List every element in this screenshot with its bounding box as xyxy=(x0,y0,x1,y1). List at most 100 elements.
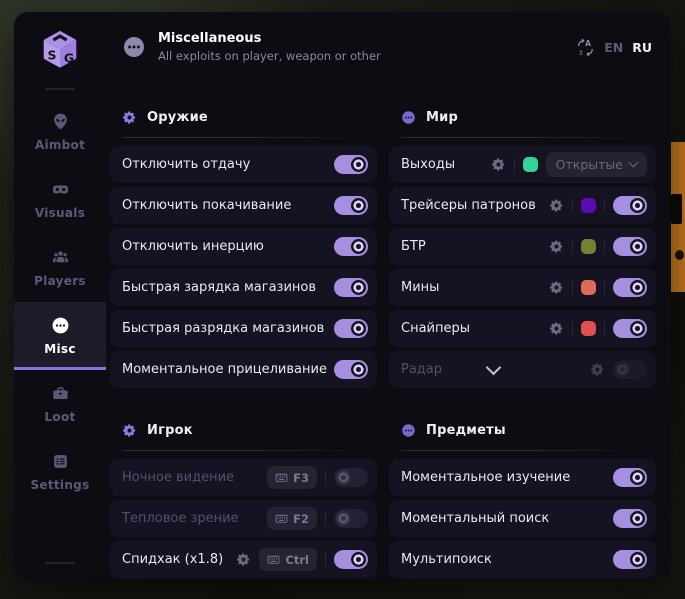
section-divider xyxy=(401,137,644,138)
gear-icon[interactable] xyxy=(549,198,564,213)
control-divider xyxy=(514,157,515,172)
setting-label: Моментальное изучение xyxy=(401,470,570,485)
section-world: Мир Выходы Открытые xyxy=(389,82,656,388)
toggle-knob xyxy=(630,280,645,295)
sidebar-item-settings[interactable]: Settings xyxy=(14,438,106,506)
page-header: Miscellaneous All exploits on player, we… xyxy=(106,12,670,82)
control-divider xyxy=(325,552,326,567)
control-divider xyxy=(604,198,605,213)
color-swatch[interactable] xyxy=(523,157,538,172)
items-dots-icon xyxy=(401,423,416,438)
toggle-knob xyxy=(351,198,366,213)
toggle[interactable] xyxy=(613,550,647,569)
setting-row: БТР xyxy=(389,228,656,265)
chevron-down-icon[interactable] xyxy=(485,359,501,375)
control-divider xyxy=(325,470,326,485)
section-items: Предметы Моментальное изучение Моменталь… xyxy=(389,395,656,578)
control-divider xyxy=(572,239,573,254)
setting-label: Мультипоиск xyxy=(401,552,492,567)
color-swatch[interactable] xyxy=(581,198,596,213)
settings-rows: Ночное видение F3 Тепловое зрение F2 xyxy=(110,459,377,578)
sidebar-divider xyxy=(45,562,75,564)
toggle[interactable] xyxy=(334,550,368,569)
gear-icon[interactable] xyxy=(236,552,251,567)
toggle[interactable] xyxy=(613,319,647,338)
color-swatch[interactable] xyxy=(581,321,596,336)
sidebar-item-visuals[interactable]: Visuals xyxy=(14,166,106,234)
sidebar-item-loot[interactable]: Loot xyxy=(14,370,106,438)
lang-en-button[interactable]: EN xyxy=(604,40,623,55)
language-switcher: A з EN RU xyxy=(576,38,652,57)
hotkey-badge[interactable]: F3 xyxy=(267,466,317,489)
gear-icon[interactable] xyxy=(549,280,564,295)
gear-icon xyxy=(122,110,137,125)
setting-row: Быстрая разрядка магазинов xyxy=(110,310,377,347)
section-header: Оружие xyxy=(110,105,377,129)
setting-row: Снайперы xyxy=(389,310,656,347)
exits-dropdown[interactable]: Открытые xyxy=(546,152,647,177)
setting-label: Быстрая разрядка магазинов xyxy=(122,321,324,336)
toggle[interactable] xyxy=(334,155,368,174)
svg-text:з: з xyxy=(579,48,583,57)
sidebar-item-aimbot[interactable]: Aimbot xyxy=(14,98,106,166)
toggle-knob xyxy=(630,198,645,213)
gear-icon[interactable] xyxy=(549,321,564,336)
setting-row: Моментальный поиск xyxy=(389,500,656,537)
main-panel: Miscellaneous All exploits on player, we… xyxy=(106,12,670,580)
toggle[interactable] xyxy=(334,319,368,338)
app-window: S G Aimbot Visuals xyxy=(14,12,670,580)
toggle[interactable] xyxy=(334,278,368,297)
section-divider xyxy=(122,450,365,451)
section-title: Мир xyxy=(426,110,458,125)
ellipsis-circle-icon xyxy=(51,316,70,335)
toggle[interactable] xyxy=(334,468,368,487)
toggle[interactable] xyxy=(334,237,368,256)
setting-label: Моментальный поиск xyxy=(401,511,549,526)
toggle[interactable] xyxy=(613,237,647,256)
section-divider xyxy=(122,137,365,138)
gear-icon[interactable] xyxy=(590,362,605,377)
lang-ru-button[interactable]: RU xyxy=(632,40,652,55)
toggle-knob xyxy=(351,280,366,295)
section-header: Игрок xyxy=(110,418,377,442)
section-divider xyxy=(401,450,644,451)
background-artifact xyxy=(671,194,682,224)
gear-icon[interactable] xyxy=(549,239,564,254)
section-title: Предметы xyxy=(426,423,506,438)
left-column: Оружие Отключить отдачу Отключить покачи… xyxy=(110,82,377,578)
setting-label: Радар xyxy=(401,362,442,377)
toggle[interactable] xyxy=(613,468,647,487)
hotkey-badge[interactable]: Ctrl xyxy=(259,548,317,571)
control-divider xyxy=(604,239,605,254)
setting-row: Моментальное изучение xyxy=(389,459,656,496)
hotkey-label: F3 xyxy=(293,471,309,485)
sidebar-item-misc[interactable]: Misc xyxy=(14,302,106,370)
toggle[interactable] xyxy=(613,278,647,297)
gear-icon[interactable] xyxy=(491,157,506,172)
toggle[interactable] xyxy=(613,509,647,528)
section-title: Игрок xyxy=(147,423,193,438)
setting-row: Тепловое зрение F2 xyxy=(110,500,377,537)
page-subtitle: All exploits on player, weapon or other xyxy=(158,49,381,63)
sidebar-item-players[interactable]: Players xyxy=(14,234,106,302)
toggle[interactable] xyxy=(334,509,368,528)
toggle[interactable] xyxy=(334,196,368,215)
color-swatch[interactable] xyxy=(581,280,596,295)
toggle[interactable] xyxy=(613,360,647,379)
setting-row: Отключить инерцию xyxy=(110,228,377,265)
hotkey-badge[interactable]: F2 xyxy=(267,507,317,530)
toggle-knob xyxy=(630,239,645,254)
svg-text:G: G xyxy=(64,51,74,66)
toggle[interactable] xyxy=(613,196,647,215)
setting-row: Выходы Открытые xyxy=(389,146,656,183)
hotkey-label: F2 xyxy=(293,512,309,526)
setting-label: Спидхак (x1.8) xyxy=(122,552,223,567)
toggle-knob xyxy=(630,552,645,567)
color-swatch[interactable] xyxy=(581,239,596,254)
sidebar-item-label: Aimbot xyxy=(35,138,85,152)
toggle[interactable] xyxy=(334,360,368,379)
chevron-down-icon xyxy=(629,158,639,168)
keyboard-icon xyxy=(275,512,288,525)
keyboard-icon xyxy=(267,553,280,566)
settings-rows: Отключить отдачу Отключить покачивание О… xyxy=(110,146,377,388)
